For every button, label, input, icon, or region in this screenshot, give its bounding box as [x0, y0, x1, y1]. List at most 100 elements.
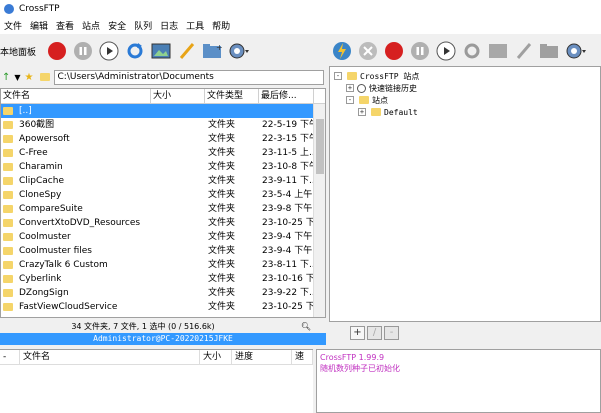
- queue-col-size[interactable]: 大小: [200, 350, 232, 364]
- settings-icon[interactable]: [565, 40, 587, 62]
- file-type: 文件夹: [208, 120, 236, 130]
- scrollbar-thumb[interactable]: [316, 119, 324, 174]
- queue-col-speed[interactable]: 速: [292, 350, 313, 364]
- table-row[interactable]: CloneSpy 文件夹 23-5-4 上午...: [1, 188, 325, 202]
- tree-item-default[interactable]: + Default: [334, 106, 600, 118]
- table-row[interactable]: DZongSign 文件夹 23-9-22 下...: [1, 286, 325, 300]
- star-icon[interactable]: ★: [25, 72, 34, 83]
- stop-icon[interactable]: [46, 40, 68, 62]
- play-icon[interactable]: [98, 40, 120, 62]
- collapse-icon[interactable]: -: [346, 96, 354, 104]
- expand-icon[interactable]: +: [346, 84, 354, 92]
- queue-col-toggle[interactable]: -: [0, 350, 20, 364]
- settings-icon[interactable]: [228, 40, 250, 62]
- col-date[interactable]: 最后修...: [259, 89, 314, 103]
- table-row[interactable]: C-Free 文件夹 23-11-5 上...: [1, 146, 325, 160]
- file-name: Charamin: [19, 162, 63, 172]
- folder-icon: [371, 108, 381, 116]
- expand-icon[interactable]: +: [358, 108, 366, 116]
- new-folder-icon[interactable]: +: [202, 40, 224, 62]
- menu-queue[interactable]: 队列: [130, 19, 156, 32]
- file-name: ClipCache: [19, 176, 64, 186]
- col-name[interactable]: 文件名: [1, 89, 151, 103]
- play-icon[interactable]: [435, 40, 457, 62]
- file-date: 23-9-11 下...: [262, 176, 314, 186]
- table-row[interactable]: FastViewCloudService 文件夹 23-10-25 下...: [1, 300, 325, 314]
- file-name: 360截图: [19, 120, 55, 130]
- dropdown-icon[interactable]: ▼: [14, 73, 20, 82]
- folder-icon: [359, 96, 369, 104]
- table-row[interactable]: ClipCache 文件夹 23-9-11 下...: [1, 174, 325, 188]
- disconnect-icon[interactable]: [357, 40, 379, 62]
- up-arrow-icon[interactable]: ↑: [2, 72, 10, 83]
- table-row[interactable]: ConvertXtoDVD_Resources 文件夹 23-10-25 下...: [1, 216, 325, 230]
- table-row[interactable]: CompareSuite 文件夹 23-9-8 下午...: [1, 202, 325, 216]
- edit-icon[interactable]: [513, 40, 535, 62]
- file-date: 23-10-25 下...: [262, 302, 314, 312]
- table-row[interactable]: Coolmuster 文件夹 23-9-4 下午...: [1, 230, 325, 244]
- tree-item-sites[interactable]: - 站点: [334, 94, 600, 106]
- pause-icon[interactable]: [409, 40, 431, 62]
- table-row[interactable]: Coolmuster files 文件夹 23-9-4 下午...: [1, 244, 325, 258]
- file-type: 文件夹: [208, 176, 236, 186]
- transfer-queue: - 文件名 大小 进度 速: [0, 349, 313, 413]
- menu-tools[interactable]: 工具: [182, 19, 208, 32]
- collapse-icon[interactable]: -: [334, 72, 342, 80]
- table-row[interactable]: Charamin 文件夹 23-10-8 下午...: [1, 160, 325, 174]
- local-host-label: Administrator@PC-20220215JFKE: [0, 333, 326, 345]
- table-row[interactable]: [..]: [1, 104, 325, 118]
- pause-icon[interactable]: [72, 40, 94, 62]
- folder-icon: [3, 135, 13, 143]
- refresh-icon[interactable]: [461, 40, 483, 62]
- file-list-header: 文件名 大小 文件类型 最后修...: [1, 89, 325, 104]
- queue-col-name[interactable]: 文件名: [20, 350, 200, 364]
- queue-header: - 文件名 大小 进度 速: [0, 350, 313, 365]
- folder-icon: [3, 149, 13, 157]
- table-row[interactable]: CrazyTalk 6 Custom 文件夹 23-8-11 下...: [1, 258, 325, 272]
- folder-icon: [39, 73, 50, 81]
- add-site-button[interactable]: +: [350, 326, 365, 340]
- file-type: 文件夹: [208, 204, 236, 214]
- edit-site-button[interactable]: /: [367, 326, 382, 340]
- col-type[interactable]: 文件类型: [205, 89, 259, 103]
- connect-icon[interactable]: [331, 40, 353, 62]
- tree-root-label: CrossFTP 站点: [360, 71, 420, 81]
- search-icon[interactable]: 🔍︎: [286, 322, 326, 331]
- table-row[interactable]: Apowersoft 文件夹 22-3-15 下午...: [1, 132, 325, 146]
- folder-icon: [3, 205, 13, 213]
- refresh-icon[interactable]: [124, 40, 146, 62]
- file-name: CompareSuite: [19, 204, 83, 214]
- file-type: 文件夹: [208, 134, 236, 144]
- menu-edit[interactable]: 编辑: [26, 19, 52, 32]
- file-name: CloneSpy: [19, 190, 62, 200]
- menu-view[interactable]: 查看: [52, 19, 78, 32]
- tree-root[interactable]: - CrossFTP 站点: [334, 70, 600, 82]
- menu-file[interactable]: 文件: [0, 19, 26, 32]
- stop-icon[interactable]: [383, 40, 405, 62]
- vertical-scrollbar[interactable]: [313, 104, 325, 317]
- folder-icon: [3, 289, 13, 297]
- folder-icon: [3, 107, 13, 115]
- col-size[interactable]: 大小: [151, 89, 205, 103]
- menu-site[interactable]: 站点: [78, 19, 104, 32]
- file-type: 文件夹: [208, 162, 236, 172]
- table-row[interactable]: 360截图 文件夹 22-5-19 下午...: [1, 118, 325, 132]
- window-title: CrossFTP: [19, 3, 60, 14]
- tree-item-history[interactable]: + 快速链接历史: [334, 82, 600, 94]
- file-type: 文件夹: [208, 274, 236, 284]
- menu-help[interactable]: 帮助: [208, 19, 234, 32]
- image-icon[interactable]: [487, 40, 509, 62]
- new-folder-icon[interactable]: [539, 40, 561, 62]
- menu-security[interactable]: 安全: [104, 19, 130, 32]
- image-icon[interactable]: [150, 40, 172, 62]
- file-type: 文件夹: [208, 246, 236, 256]
- table-row[interactable]: Cyberlink 文件夹 23-10-16 下...: [1, 272, 325, 286]
- folder-icon: [3, 303, 13, 311]
- menu-log[interactable]: 日志: [156, 19, 182, 32]
- remove-site-button[interactable]: -: [384, 326, 399, 340]
- local-path-input[interactable]: C:\Users\Administrator\Documents: [53, 69, 324, 85]
- queue-col-progress[interactable]: 进度: [232, 350, 292, 364]
- file-name: CrazyTalk 6 Custom: [19, 260, 108, 270]
- edit-icon[interactable]: [176, 40, 198, 62]
- file-type: 文件夹: [208, 260, 236, 270]
